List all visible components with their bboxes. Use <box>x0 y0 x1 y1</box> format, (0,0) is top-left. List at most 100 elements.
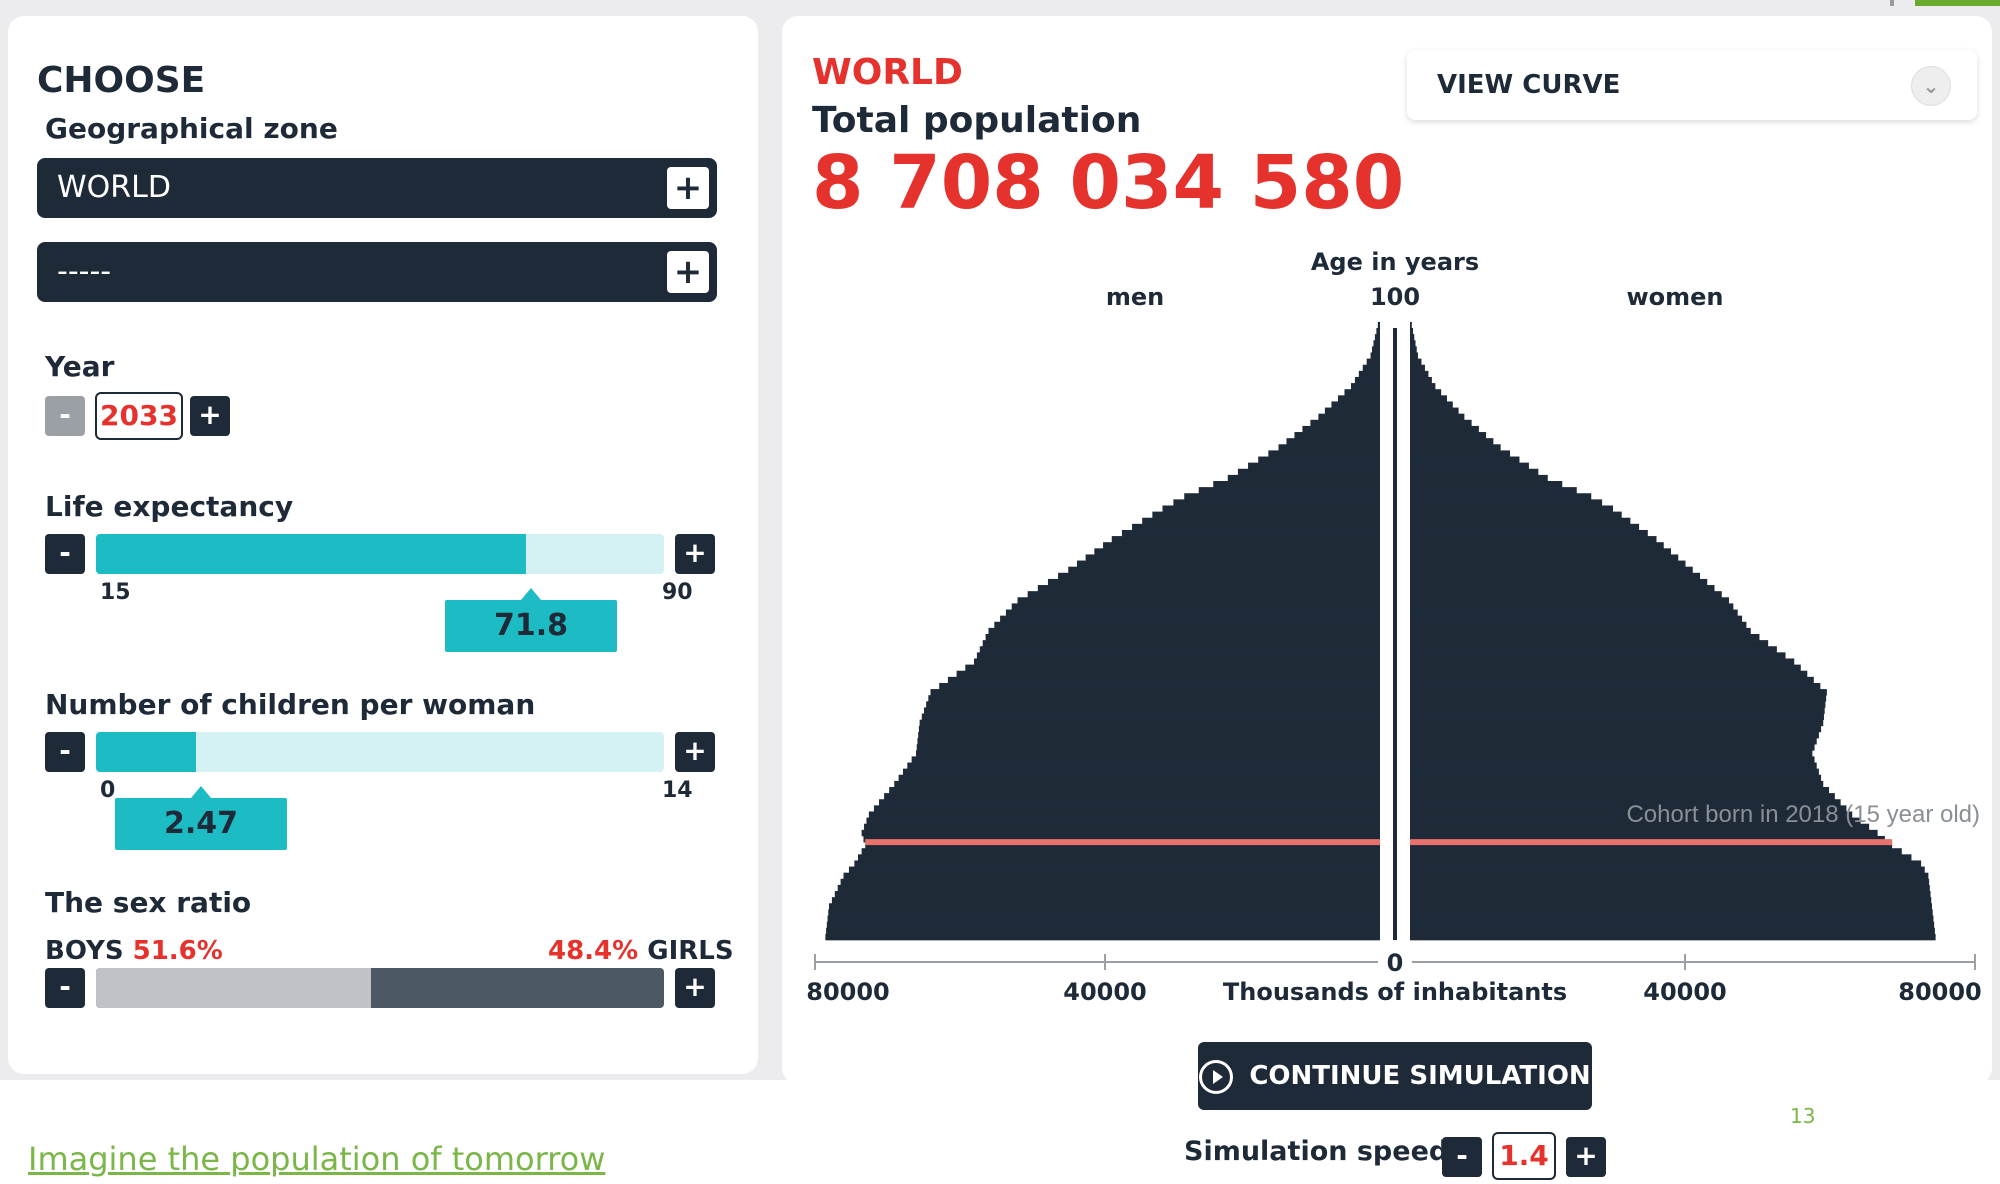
women-bars <box>1410 321 1936 941</box>
sex-ratio-decrement-button[interactable]: - <box>45 968 85 1008</box>
men-bar-age-72 <box>1184 493 1380 500</box>
life-expectancy-slider[interactable] <box>96 534 664 574</box>
men-bar-age-56 <box>1027 591 1380 598</box>
women-bar-age-89 <box>1410 389 1442 396</box>
women-bar-age-50 <box>1410 627 1751 635</box>
speed-decrement-button[interactable]: - <box>1442 1137 1482 1177</box>
zone-select-primary-value: WORLD <box>57 170 171 205</box>
men-bar-age-67 <box>1132 523 1380 531</box>
men-bar-age-48 <box>982 640 1380 647</box>
life-increment-button[interactable]: + <box>675 534 715 574</box>
women-bar-age-96 <box>1410 346 1417 353</box>
speed-increment-button[interactable]: + <box>1566 1137 1606 1177</box>
women-bar-age-67 <box>1410 523 1640 531</box>
view-curve-dropdown[interactable]: VIEW CURVE ⌄ <box>1407 50 1977 120</box>
men-bar-age-6 <box>831 897 1380 904</box>
men-bar-age-82 <box>1294 432 1380 439</box>
women-bar-age-9 <box>1410 878 1930 886</box>
men-bar-age-21 <box>873 805 1380 812</box>
women-bar-age-56 <box>1410 591 1722 598</box>
women-bar-age-63 <box>1410 548 1671 555</box>
women-bar-age-29 <box>1410 756 1815 763</box>
x-tick-label-left-40000: 40000 <box>1063 978 1147 1006</box>
year-input[interactable]: 2033 <box>95 392 183 440</box>
women-bar-age-80 <box>1410 444 1501 451</box>
women-bar-age-60 <box>1410 566 1693 574</box>
men-bar-age-100 <box>1377 321 1380 329</box>
men-bar-age-81 <box>1286 438 1380 445</box>
women-bar-age-31 <box>1410 744 1815 751</box>
men-bar-age-10 <box>843 872 1380 880</box>
continue-simulation-label: CONTINUE SIMULATION <box>1249 1061 1591 1091</box>
women-bar-age-68 <box>1410 517 1631 525</box>
continue-simulation-button[interactable]: CONTINUE SIMULATION <box>1198 1042 1592 1110</box>
women-bar-age-87 <box>1410 401 1453 408</box>
men-bar-age-38 <box>926 701 1380 708</box>
men-bar-age-9 <box>840 878 1380 886</box>
men-bar-age-4 <box>828 909 1380 916</box>
women-bar-age-100 <box>1410 321 1412 329</box>
women-bar-age-84 <box>1410 419 1472 427</box>
men-bar-age-70 <box>1162 505 1380 512</box>
children-fill <box>96 732 196 772</box>
women-bar-age-17 <box>1410 829 1878 837</box>
men-bar-age-77 <box>1248 462 1380 470</box>
women-bar-age-41 <box>1410 682 1821 690</box>
boys-percent: 51.6% <box>132 936 223 966</box>
women-bar-age-76 <box>1410 468 1539 476</box>
sex-ratio-fill <box>96 968 371 1008</box>
women-bar-age-6 <box>1410 897 1932 904</box>
men-bar-age-80 <box>1278 444 1380 451</box>
life-decrement-button[interactable]: - <box>45 534 85 574</box>
women-bar-age-26 <box>1410 774 1822 782</box>
year-decrement-button[interactable]: - <box>45 396 85 436</box>
men-bar-age-60 <box>1068 566 1380 574</box>
women-bar-age-10 <box>1410 872 1929 880</box>
children-slider[interactable] <box>96 732 664 772</box>
women-bar-age-90 <box>1410 383 1436 390</box>
zone-add-button[interactable]: + <box>667 167 709 209</box>
men-bar-age-58 <box>1047 578 1380 586</box>
men-bar-age-90 <box>1351 383 1380 390</box>
women-label: women <box>1626 283 1723 311</box>
girls-label: GIRLS <box>647 936 734 966</box>
men-bar-age-69 <box>1152 511 1380 519</box>
women-bar-age-73 <box>1410 487 1577 494</box>
women-bar-age-78 <box>1410 456 1520 463</box>
men-label: men <box>1106 283 1164 311</box>
men-bar-age-45 <box>974 658 1380 665</box>
women-bar-age-34 <box>1410 725 1822 733</box>
women-bar-age-70 <box>1410 505 1613 512</box>
chevron-down-icon[interactable]: ⌄ <box>1911 66 1951 106</box>
men-bar-age-89 <box>1344 389 1380 396</box>
women-bar-age-12 <box>1410 860 1922 867</box>
men-bar-age-73 <box>1198 487 1380 494</box>
women-bar-age-66 <box>1410 529 1648 537</box>
children-decrement-button[interactable]: - <box>45 732 85 772</box>
women-bar-age-61 <box>1410 560 1686 568</box>
men-bar-age-49 <box>985 634 1380 641</box>
men-bar-age-87 <box>1331 401 1380 408</box>
men-bar-age-36 <box>921 713 1380 721</box>
men-bar-age-68 <box>1142 517 1380 525</box>
men-bar-age-63 <box>1094 548 1380 555</box>
year-increment-button[interactable]: + <box>190 396 230 436</box>
women-bar-age-75 <box>1410 474 1548 482</box>
women-bar-age-13 <box>1410 854 1912 861</box>
children-increment-button[interactable]: + <box>675 732 715 772</box>
men-bar-age-86 <box>1324 407 1380 415</box>
zone-select-secondary[interactable]: ----- + <box>37 242 717 302</box>
men-bar-age-40 <box>930 689 1380 696</box>
footer-link[interactable]: Imagine the population of tomorrow <box>28 1140 605 1178</box>
men-bar-age-30 <box>916 750 1380 757</box>
speed-input[interactable]: 1.4 <box>1492 1132 1556 1180</box>
women-bar-age-23 <box>1410 793 1835 800</box>
women-bar-age-24 <box>1410 787 1830 794</box>
sex-ratio-increment-button[interactable]: + <box>675 968 715 1008</box>
sex-ratio-slider[interactable] <box>96 968 664 1008</box>
women-bar-age-99 <box>1410 328 1414 335</box>
men-bar-age-42 <box>947 676 1380 684</box>
women-bar-age-38 <box>1410 701 1826 708</box>
zone-select-primary[interactable]: WORLD + <box>37 158 717 218</box>
zone2-add-button[interactable]: + <box>667 251 709 293</box>
